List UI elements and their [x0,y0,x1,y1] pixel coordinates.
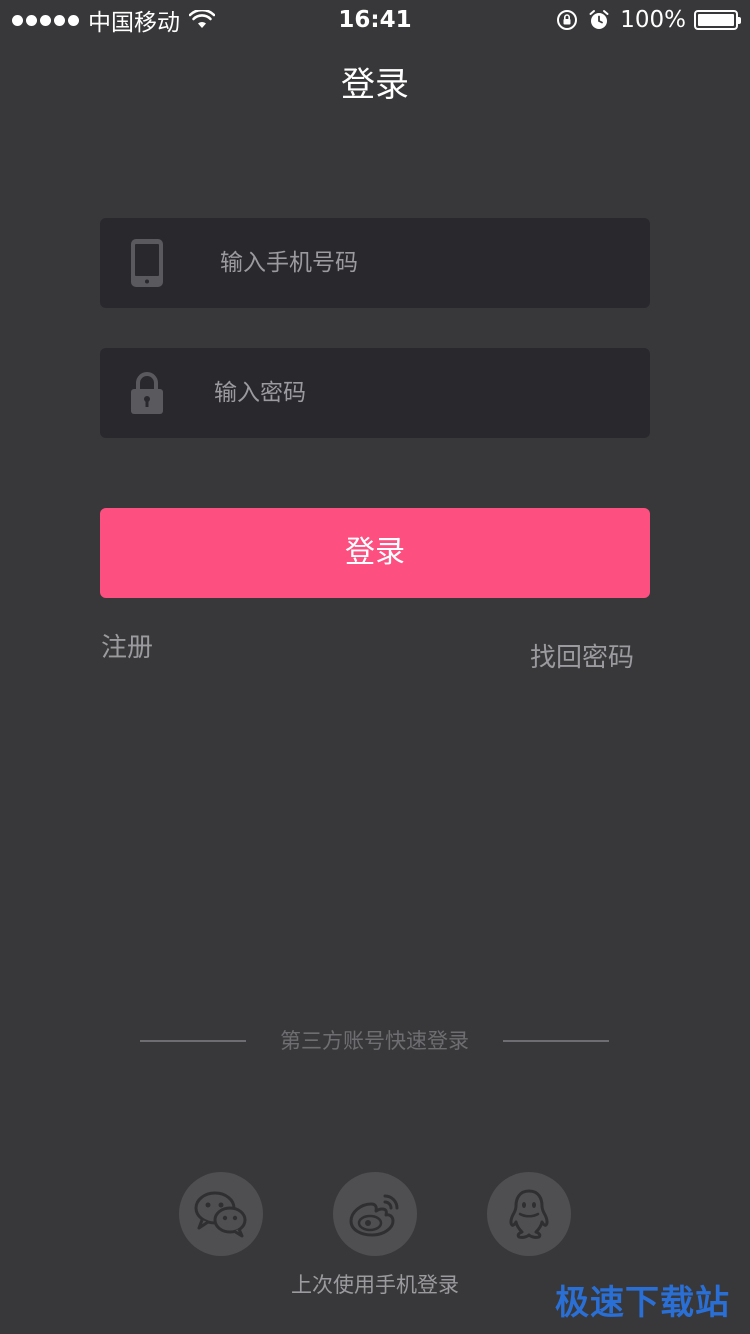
status-right: 100% [556,5,741,35]
watermark-logo: 极速下载站 [555,1283,730,1323]
qq-icon [509,1189,549,1239]
weibo-icon [349,1194,399,1237]
mobile-phone-icon [131,239,163,287]
login-button[interactable]: 登录 [100,508,650,598]
divider-line-left [140,1040,246,1042]
register-link[interactable]: 注册 [101,630,153,666]
rotation-lock-icon [557,10,578,30]
divider-line-right [503,1040,609,1042]
lock-icon [131,372,163,414]
phone-field[interactable] [100,218,650,308]
wechat-icon [194,1191,247,1238]
password-input[interactable] [214,348,614,438]
battery-icon [694,10,741,30]
wechat-login-button[interactable] [179,1172,263,1256]
third-party-label: 第三方账号快速登录 [280,1029,469,1053]
battery-percent: 100% [620,7,686,33]
alarm-icon [589,10,609,29]
password-field[interactable] [100,348,650,438]
third-party-divider: 第三方账号快速登录 [140,1024,610,1058]
forgot-password-link[interactable]: 找回密码 [530,640,634,676]
weibo-login-button[interactable] [333,1172,417,1256]
status-bar: 中国移动 16:41 100% [0,0,750,40]
qq-login-button[interactable] [487,1172,571,1256]
phone-input[interactable] [220,218,620,308]
page-title: 登录 [341,65,409,105]
